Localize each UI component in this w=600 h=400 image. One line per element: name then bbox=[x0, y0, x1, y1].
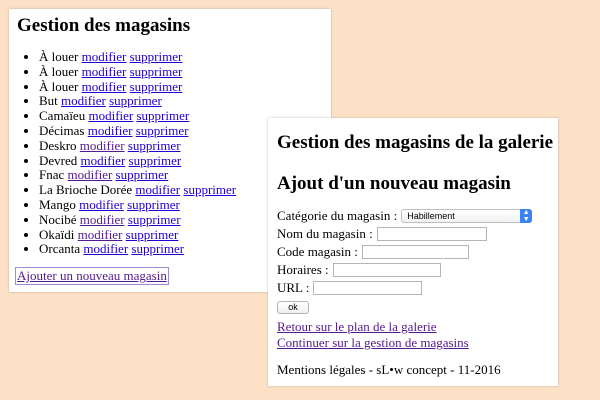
url-field[interactable] bbox=[313, 281, 423, 295]
list-item: La Brioche Dorée modifier supprimer bbox=[39, 182, 236, 198]
shop-list: À louer modifier supprimerÀ louer modifi… bbox=[17, 49, 236, 257]
list-item: Devred modifier supprimer bbox=[39, 152, 236, 169]
shop-name: À louer bbox=[39, 49, 79, 64]
shop-name: Camaïeu bbox=[39, 108, 86, 124]
category-select[interactable]: Habillement ▲ ▼ bbox=[401, 209, 533, 223]
list-item: À louer modifier supprimer bbox=[39, 63, 236, 80]
add-shop-form: Catégorie du magasin : Habillement ▲ ▼ No… bbox=[277, 207, 533, 315]
list-item: Camaïeu modifier supprimer bbox=[39, 108, 236, 124]
list-item: Orcanta modifier supprimer bbox=[39, 241, 236, 257]
page-title: Gestion des magasins de la galerie bbox=[277, 132, 554, 153]
form-heading: Ajout d'un nouveau magasin bbox=[277, 173, 511, 194]
edit-link[interactable]: modifier bbox=[81, 153, 126, 168]
shop-name: Devred bbox=[39, 152, 78, 168]
delete-link[interactable]: supprimer bbox=[127, 197, 180, 212]
edit-link[interactable]: modifier bbox=[82, 49, 127, 64]
shop-name: Mango bbox=[39, 196, 76, 212]
list-item: À louer modifier supprimer bbox=[39, 49, 236, 65]
category-select-value: Habillement bbox=[407, 211, 455, 221]
shop-name: Fnac bbox=[39, 167, 65, 183]
shop-name: But bbox=[39, 93, 58, 109]
edit-link[interactable]: modifier bbox=[80, 212, 125, 227]
back-to-plan-link[interactable]: Retour sur le plan de la galerie bbox=[277, 319, 437, 334]
list-item: Fnac modifier supprimer bbox=[39, 167, 236, 183]
delete-link[interactable]: supprimer bbox=[130, 79, 183, 94]
list-item: Okaïdi modifier supprimer bbox=[39, 226, 236, 243]
shop-name: La Brioche Dorée bbox=[39, 182, 133, 198]
code-label: Code magasin : bbox=[277, 244, 358, 259]
name-field[interactable] bbox=[376, 227, 487, 241]
list-item: Nocibé modifier supprimer bbox=[39, 211, 236, 228]
submit-row: ok bbox=[277, 297, 532, 315]
delete-link[interactable]: supprimer bbox=[128, 138, 181, 153]
edit-link[interactable]: modifier bbox=[80, 138, 125, 153]
page-title: Gestion des magasins bbox=[17, 15, 191, 36]
delete-link[interactable]: supprimer bbox=[128, 212, 181, 227]
navigation-links: Retour sur le plan de la galerie Continu… bbox=[277, 319, 469, 351]
delete-link[interactable]: supprimer bbox=[116, 167, 169, 182]
shop-name: À louer bbox=[39, 63, 79, 79]
edit-link[interactable]: modifier bbox=[61, 93, 106, 108]
shop-name: Okaïdi bbox=[39, 226, 75, 242]
delete-link[interactable]: supprimer bbox=[130, 49, 183, 64]
delete-link[interactable]: supprimer bbox=[130, 64, 183, 79]
delete-link[interactable]: supprimer bbox=[109, 93, 162, 108]
delete-link[interactable]: supprimer bbox=[183, 182, 236, 197]
edit-link[interactable]: modifier bbox=[78, 227, 123, 242]
edit-link[interactable]: modifier bbox=[82, 79, 127, 94]
list-item: But modifier supprimer bbox=[39, 93, 236, 109]
shop-name: Orcanta bbox=[39, 241, 81, 257]
shop-name: Décimas bbox=[39, 122, 85, 138]
list-item: À louer modifier supprimer bbox=[39, 78, 236, 95]
list-item: Deskro modifier supprimer bbox=[39, 137, 236, 154]
add-shop-link[interactable]: Ajouter un nouveau magasin bbox=[15, 267, 169, 285]
edit-link[interactable]: modifier bbox=[82, 64, 127, 79]
edit-link[interactable]: modifier bbox=[68, 167, 113, 182]
ok-button[interactable]: ok bbox=[277, 300, 309, 314]
footer-text: Mentions légales - sL•w concept - 11-201… bbox=[277, 362, 501, 377]
list-item: Décimas modifier supprimer bbox=[39, 122, 236, 139]
edit-link[interactable]: modifier bbox=[88, 123, 133, 138]
edit-link[interactable]: modifier bbox=[83, 241, 128, 256]
name-row: Nom du magasin : bbox=[277, 225, 532, 243]
category-row: Catégorie du magasin : Habillement ▲ ▼ bbox=[277, 207, 533, 225]
url-label: URL : bbox=[277, 280, 310, 295]
edit-link[interactable]: modifier bbox=[135, 182, 180, 197]
shop-name: Deskro bbox=[39, 137, 77, 153]
edit-link[interactable]: modifier bbox=[79, 197, 124, 212]
delete-link[interactable]: supprimer bbox=[136, 108, 189, 123]
delete-link[interactable]: supprimer bbox=[129, 153, 182, 168]
delete-link[interactable]: supprimer bbox=[131, 241, 184, 256]
category-label: Catégorie du magasin : bbox=[277, 208, 398, 223]
hours-field[interactable] bbox=[332, 263, 441, 277]
shop-name: À louer bbox=[39, 78, 79, 94]
delete-link[interactable]: supprimer bbox=[136, 123, 189, 138]
code-row: Code magasin : bbox=[277, 243, 532, 261]
add-shop-window: Gestion des magasins de la galerie Ajout… bbox=[268, 118, 558, 386]
continue-management-link[interactable]: Continuer sur la gestion de magasins bbox=[277, 335, 469, 350]
hours-row: Horaires : bbox=[277, 261, 532, 279]
up-down-chevron-icon: ▲ ▼ bbox=[520, 209, 533, 223]
edit-link[interactable]: modifier bbox=[88, 108, 133, 123]
shop-name: Nocibé bbox=[39, 211, 77, 227]
list-item: Mango modifier supprimer bbox=[39, 196, 236, 213]
url-row: URL : bbox=[277, 279, 532, 297]
delete-link[interactable]: supprimer bbox=[126, 227, 179, 242]
code-field[interactable] bbox=[361, 245, 469, 259]
name-label: Nom du magasin : bbox=[277, 226, 373, 241]
hours-label: Horaires : bbox=[277, 262, 329, 277]
